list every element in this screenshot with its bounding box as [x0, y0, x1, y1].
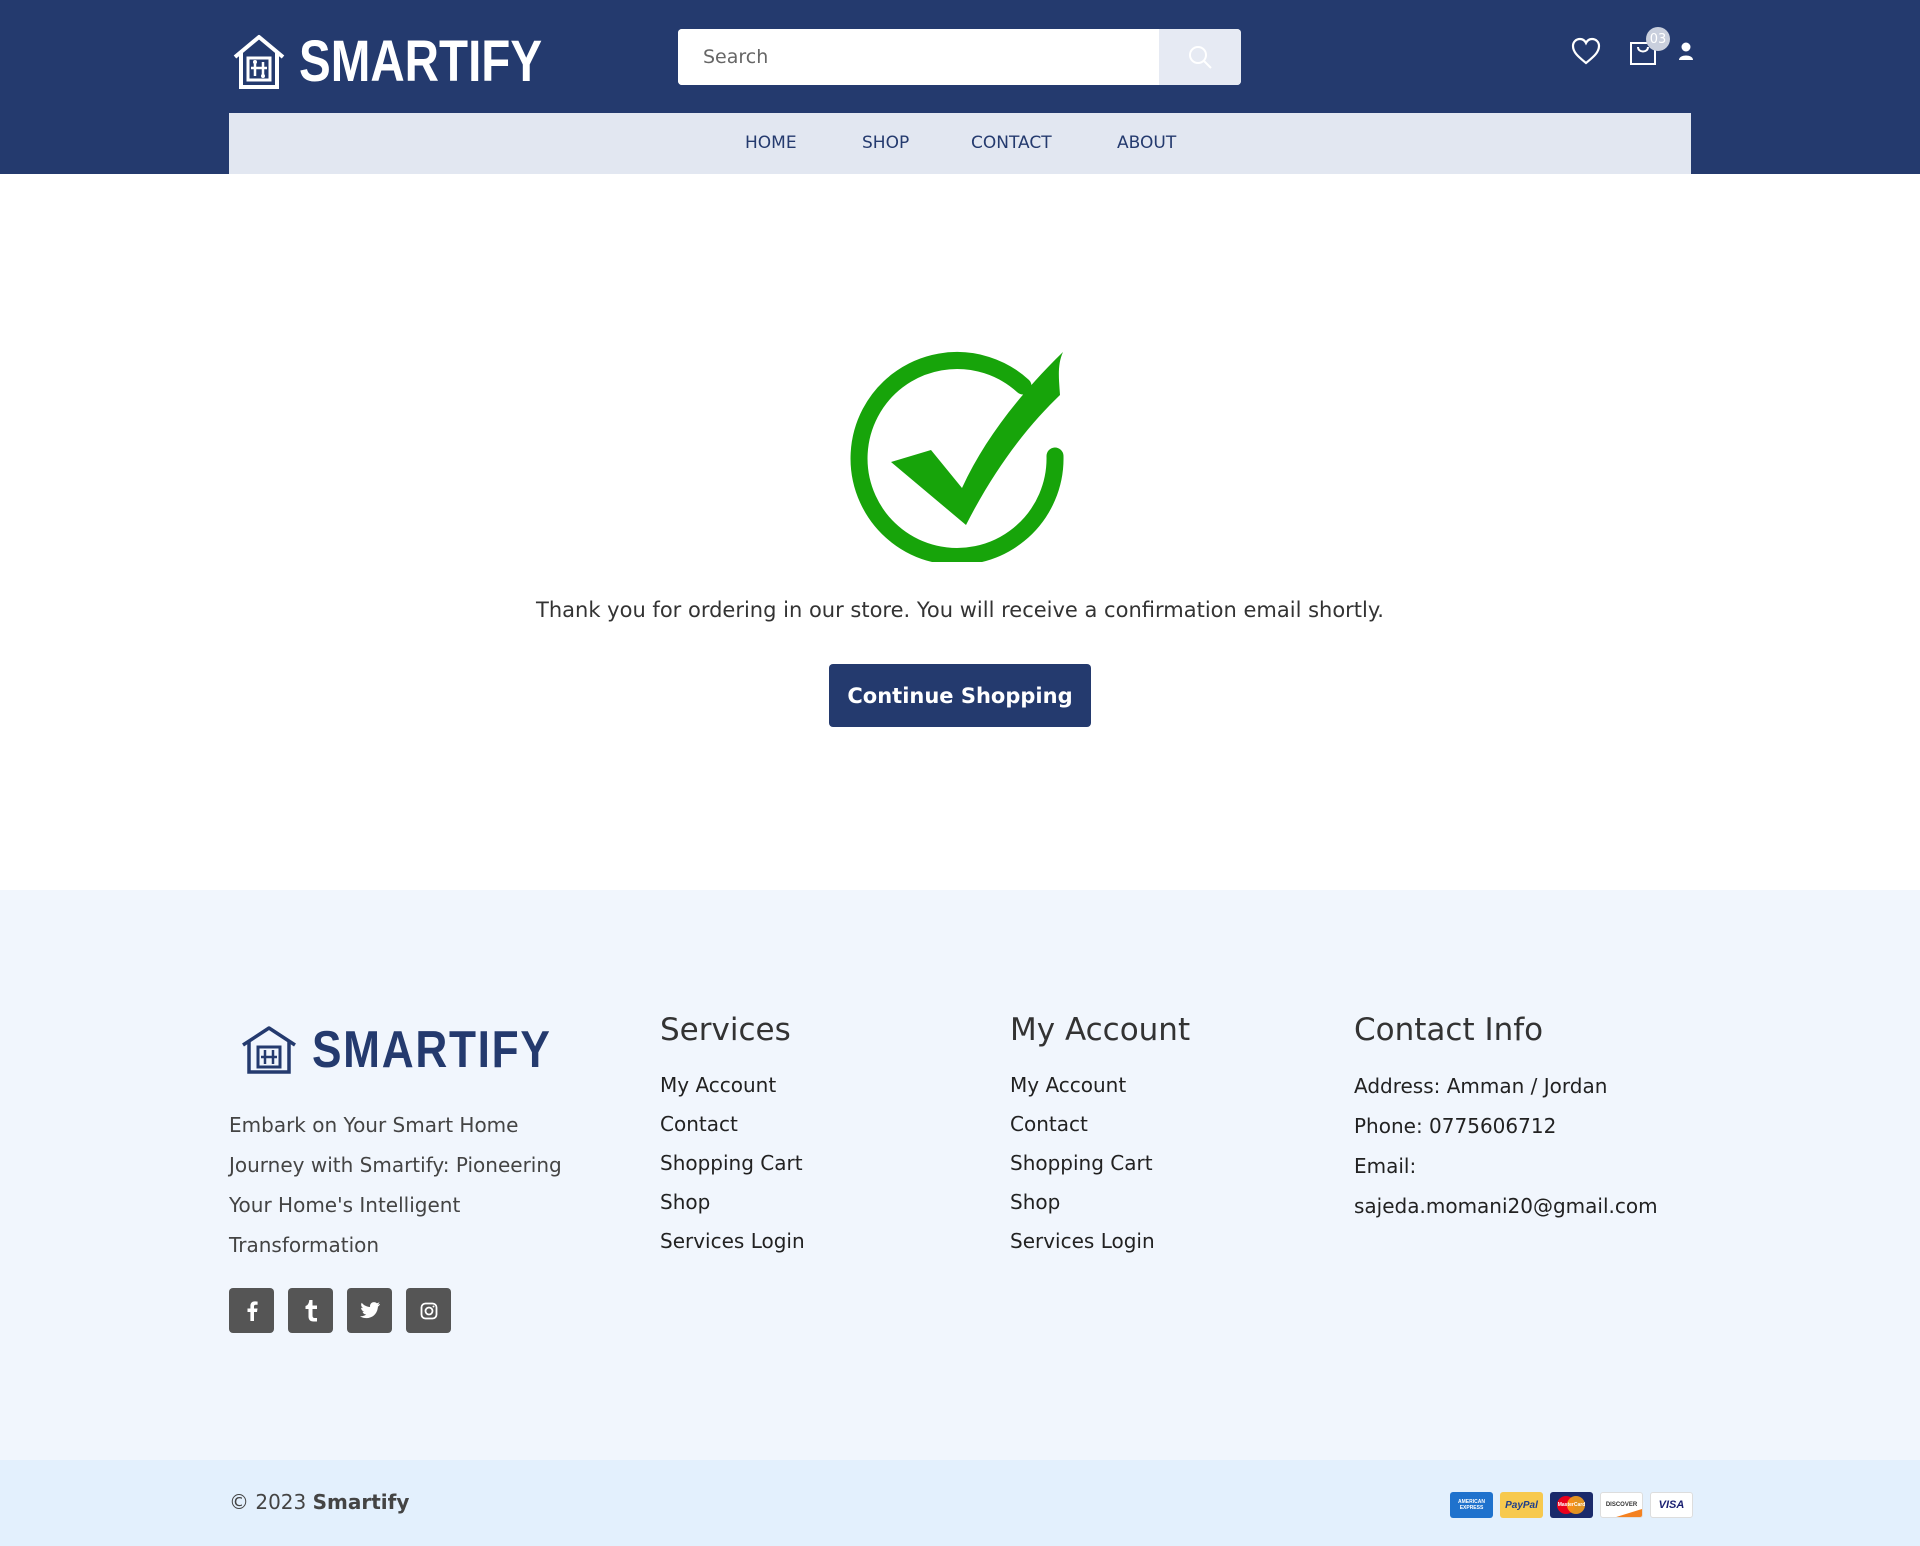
- footer-services-link-shopping-cart[interactable]: Shopping Cart: [660, 1144, 805, 1183]
- search-input[interactable]: [678, 29, 1159, 85]
- nav-item-contact[interactable]: CONTACT: [971, 113, 1052, 174]
- twitter-icon: [359, 1302, 380, 1319]
- tumblr-icon: [305, 1299, 317, 1321]
- footer-services-title: Services: [660, 1012, 791, 1048]
- contact-address: Address: Amman / Jordan: [1354, 1074, 1608, 1098]
- social-links: [229, 1288, 451, 1333]
- main-nav: HOME SHOP CONTACT ABOUT: [229, 113, 1691, 174]
- visa-card-label: VISA: [1658, 1499, 1685, 1511]
- tumblr-link[interactable]: [288, 1288, 333, 1333]
- discover-card-label: DISCOVER: [1605, 1502, 1638, 1508]
- header-actions: 03: [1570, 27, 1694, 66]
- search-icon: [1189, 46, 1212, 69]
- footer-account-link-shop[interactable]: Shop: [1010, 1183, 1190, 1222]
- footer-brand-name: SMARTIFY: [312, 1021, 552, 1079]
- search-bar: [678, 29, 1241, 85]
- amex-card-icon: AMERICAN EXPRESS: [1450, 1492, 1493, 1518]
- paypal-card-icon: PayPal: [1500, 1492, 1543, 1518]
- discover-card-icon: DISCOVER: [1600, 1492, 1643, 1518]
- site-header: SMARTIFY 03: [0, 0, 1920, 174]
- footer-services-link-my-account[interactable]: My Account: [660, 1066, 805, 1105]
- contact-email-label: Email:: [1354, 1154, 1417, 1178]
- footer-services-link-contact[interactable]: Contact: [660, 1105, 805, 1144]
- footer-logo[interactable]: SMARTIFY: [240, 1020, 594, 1080]
- smart-home-icon: [242, 1026, 296, 1074]
- footer-my-account: My Account My Account Contact Shopping C…: [1010, 1012, 1190, 1261]
- twitter-link[interactable]: [347, 1288, 392, 1333]
- footer-my-account-title: My Account: [1010, 1012, 1191, 1048]
- order-confirmation: Thank you for ordering in our store. You…: [0, 174, 1920, 890]
- footer-services-link-services-login[interactable]: Services Login: [660, 1222, 805, 1261]
- header-logo[interactable]: SMARTIFY: [231, 28, 595, 95]
- footer-services-link-shop[interactable]: Shop: [660, 1183, 805, 1222]
- contact-email[interactable]: sajeda.momani20@gmail.com: [1354, 1186, 1658, 1226]
- paypal-card-label: PayPal: [1505, 1499, 1538, 1511]
- success-check-icon: [850, 351, 1064, 562]
- amex-card-label: AMERICAN EXPRESS: [1458, 1499, 1485, 1511]
- site-footer: SMARTIFY Embark on Your Smart Home Journ…: [0, 890, 1920, 1460]
- cart-button[interactable]: 03: [1628, 27, 1670, 66]
- cart-count-badge: 03: [1646, 27, 1670, 51]
- nav-item-home[interactable]: HOME: [745, 113, 797, 174]
- brand-name: SMARTIFY: [299, 29, 543, 94]
- copyright-year: © 2023: [229, 1490, 307, 1514]
- instagram-icon: [420, 1302, 437, 1319]
- smart-home-icon: [233, 34, 285, 89]
- footer-account-link-my-account[interactable]: My Account: [1010, 1066, 1190, 1105]
- nav-item-about[interactable]: ABOUT: [1117, 113, 1176, 174]
- footer-about-text: Embark on Your Smart Home Journey with S…: [229, 1113, 562, 1257]
- footer-contact-title: Contact Info: [1354, 1012, 1544, 1048]
- confirmation-message: Thank you for ordering in our store. You…: [536, 598, 1384, 622]
- facebook-icon: [247, 1300, 258, 1321]
- search-button[interactable]: [1159, 29, 1241, 85]
- user-icon: [1679, 42, 1693, 60]
- instagram-link[interactable]: [406, 1288, 451, 1333]
- contact-phone: Phone: 0775606712: [1354, 1114, 1557, 1138]
- copyright-brand: Smartify: [312, 1490, 410, 1514]
- footer-contact-info: Contact Info Address: Amman / Jordan Pho…: [1354, 1012, 1658, 1226]
- footer-account-link-shopping-cart[interactable]: Shopping Cart: [1010, 1144, 1190, 1183]
- heart-icon: [1571, 37, 1601, 65]
- wishlist-button[interactable]: [1570, 36, 1602, 66]
- nav-item-shop[interactable]: SHOP: [862, 113, 909, 174]
- footer-services: Services My Account Contact Shopping Car…: [660, 1012, 805, 1261]
- footer-account-link-services-login[interactable]: Services Login: [1010, 1222, 1190, 1261]
- account-button[interactable]: [1678, 41, 1694, 61]
- footer-account-link-contact[interactable]: Contact: [1010, 1105, 1190, 1144]
- footer-bottom-bar: © 2023 Smartify AMERICAN EXPRESS PayPal …: [0, 1460, 1920, 1546]
- mastercard-label: MasterCard: [1557, 1502, 1586, 1508]
- continue-shopping-button[interactable]: Continue Shopping: [829, 664, 1091, 727]
- facebook-link[interactable]: [229, 1288, 274, 1333]
- mastercard-icon: MasterCard: [1550, 1492, 1593, 1518]
- copyright: © 2023 Smartify: [229, 1490, 409, 1514]
- payment-methods: AMERICAN EXPRESS PayPal MasterCard DISCO…: [1450, 1492, 1693, 1518]
- visa-card-icon: VISA: [1650, 1492, 1693, 1518]
